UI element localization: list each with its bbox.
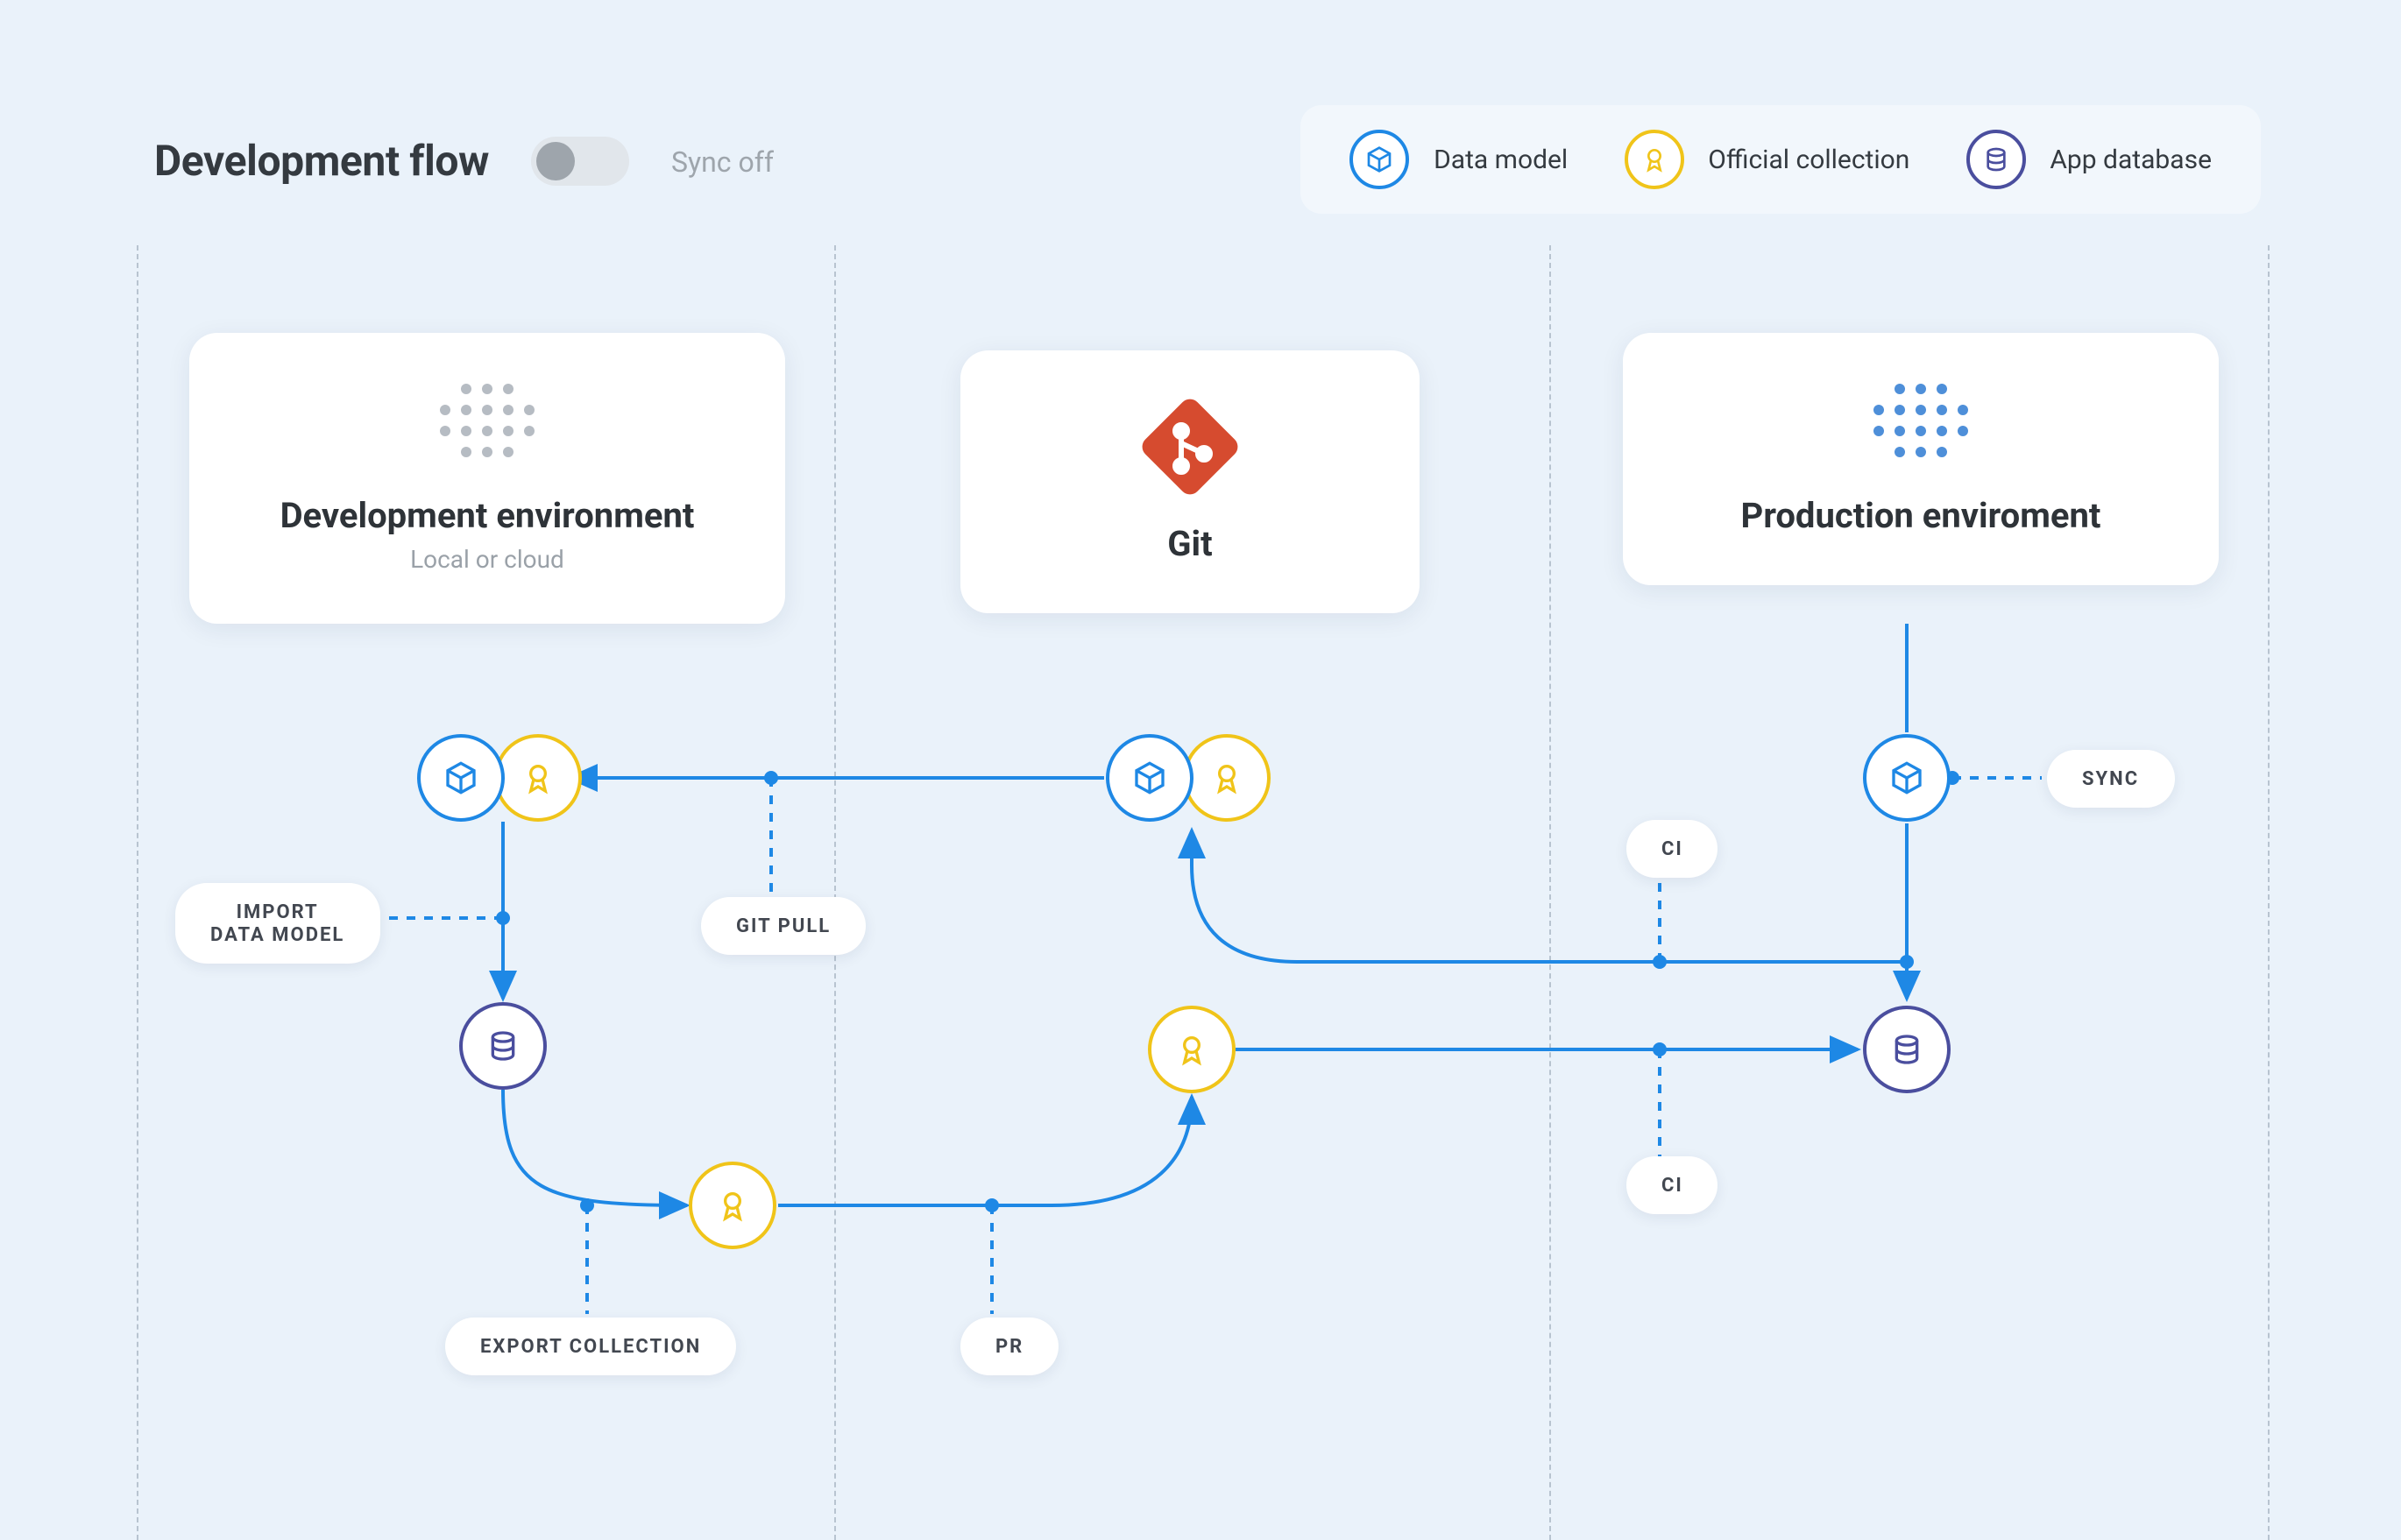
database-icon xyxy=(1965,130,2025,189)
ribbon-icon xyxy=(1183,734,1271,822)
label-ci-bottom: CI xyxy=(1626,1156,1718,1214)
legend: Data model Official collection App datab… xyxy=(1300,105,2261,214)
legend-item-app-database: App database xyxy=(1965,130,2212,189)
git-icon xyxy=(1139,396,1241,498)
cube-icon xyxy=(417,734,505,822)
label-import-data-model: IMPORT DATA MODEL xyxy=(175,883,379,964)
cube-icon xyxy=(1349,130,1409,189)
metabase-logo-grey-icon xyxy=(435,378,540,463)
lane-separator xyxy=(2268,245,2270,1540)
card-prod-environment: Production enviroment xyxy=(1623,333,2219,585)
toggle-knob xyxy=(536,142,575,180)
metabase-logo-blue-icon xyxy=(1868,378,1973,463)
label-ci-top: CI xyxy=(1626,820,1718,878)
card-title: Development environment xyxy=(245,494,729,536)
node-dev-model-collection xyxy=(417,734,582,822)
page-title: Development flow xyxy=(154,137,489,186)
card-title: Git xyxy=(1016,522,1363,564)
lane-separator xyxy=(834,245,836,1540)
lane-separator xyxy=(1549,245,1551,1540)
label-pr: PR xyxy=(960,1317,1059,1375)
lane-separator xyxy=(137,245,138,1540)
legend-item-official-collection: Official collection xyxy=(1624,130,1909,189)
card-title: Production enviroment xyxy=(1679,494,2163,536)
label-git-pull: GIT PULL xyxy=(701,897,866,955)
label-export-collection: EXPORT COLLECTION xyxy=(445,1317,736,1375)
legend-item-data-model: Data model xyxy=(1349,130,1568,189)
cube-icon xyxy=(1106,734,1193,822)
node-export-collection xyxy=(689,1162,776,1249)
card-git: Git xyxy=(960,350,1420,613)
node-git-model-collection xyxy=(1106,734,1271,822)
ribbon-icon xyxy=(494,734,582,822)
node-prod-database xyxy=(1863,1006,1951,1093)
ribbon-icon xyxy=(1624,130,1683,189)
sync-toggle[interactable] xyxy=(531,137,629,186)
label-sync: SYNC xyxy=(2047,750,2174,808)
diagram-canvas: Development flow Sync off Data model Off… xyxy=(0,0,2401,1540)
node-git-collection xyxy=(1148,1006,1236,1093)
legend-label: Data model xyxy=(1434,144,1568,175)
header: Development flow Sync off xyxy=(154,137,774,186)
card-dev-environment: Development environment Local or cloud xyxy=(189,333,785,624)
node-dev-database xyxy=(459,1002,547,1090)
sync-status-label: Sync off xyxy=(671,145,774,178)
node-prod-data-model xyxy=(1863,734,1951,822)
card-subtitle: Local or cloud xyxy=(245,547,729,575)
legend-label: App database xyxy=(2050,144,2212,175)
legend-label: Official collection xyxy=(1708,144,1909,175)
